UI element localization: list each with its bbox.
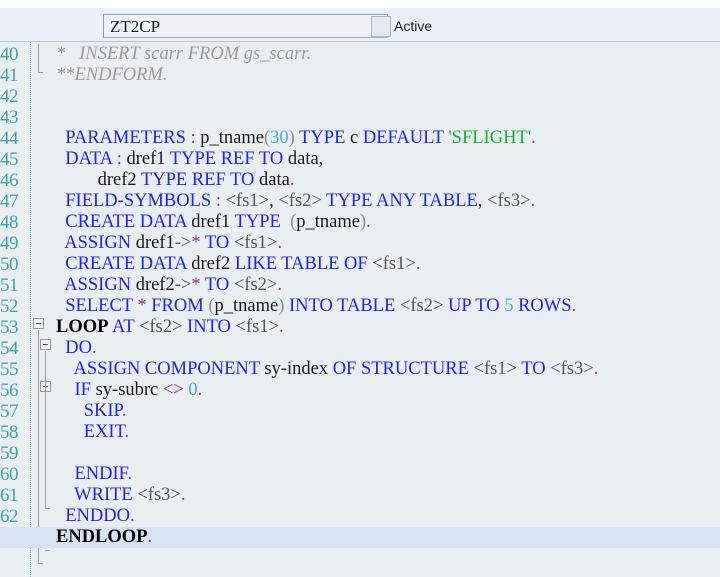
code-line[interactable]: IF sy-subrc <> 0. [0,380,720,401]
code-line-text: ENDLOOP. [56,527,153,547]
code-line[interactable] [0,107,720,128]
code-line[interactable]: DATA : dref1 TYPE REF TO data, [0,149,720,170]
code-line-text: DO. [65,338,97,358]
code-line[interactable]: ENDIF. [0,464,720,485]
code-line[interactable] [0,443,720,464]
code-line-text: ENDDO. [65,506,135,526]
fold-end-do [45,550,50,551]
code-line[interactable]: ASSIGN COMPONENT sy-index OF STRUCTURE <… [0,359,720,380]
code-line[interactable]: SKIP. [0,401,720,422]
code-line-text: **ENDFORM. [56,65,168,85]
code-line-current[interactable]: ENDLOOP. [0,527,720,548]
code-line[interactable]: LOOP AT <fs2> INTO <fs1>. [0,317,720,338]
code-line[interactable]: ASSIGN dref1->* TO <fs1>. [0,233,720,254]
code-line-text: * INSERT scarr FROM gs_scarr. [56,44,312,64]
code-line-text: CREATE DATA dref2 LIKE TABLE OF <fs1>. [65,254,421,274]
code-line-text: FIELD-SYMBOLS : <fs1>, <fs2> TYPE ANY TA… [65,191,536,211]
toolbar: ZT2CP Active [0,0,720,42]
code-line[interactable]: dref2 TYPE REF TO data. [0,170,720,191]
code-line[interactable]: FIELD-SYMBOLS : <fs1>, <fs2> TYPE ANY TA… [0,191,720,212]
code-line[interactable]: CREATE DATA dref1 TYPE (p_tname). [0,212,720,233]
code-line-text: ENDIF. [74,464,133,484]
code-line[interactable]: **ENDFORM. [0,65,720,86]
code-line[interactable]: SELECT * FROM (p_tname) INTO TABLE <fs2>… [0,296,720,317]
code-line-text: PARAMETERS : p_tname(30) TYPE c DEFAULT … [65,128,536,148]
code-line-text: IF sy-subrc <> 0. [74,380,203,400]
code-line[interactable]: ENDDO. [0,506,720,527]
code-line-text: ASSIGN dref2->* TO <fs2>. [64,275,282,295]
code-line-text: ASSIGN dref1->* TO <fs1>. [64,233,282,253]
code-line-text: LOOP AT <fs2> INTO <fs1>. [56,317,284,337]
code-line-text: CREATE DATA dref1 TYPE (p_tname). [65,212,371,232]
code-line[interactable]: WRITE <fs3>. [0,485,720,506]
code-line[interactable] [0,86,720,107]
code-line-text: SELECT * FROM (p_tname) INTO TABLE <fs2>… [65,296,577,316]
code-line[interactable]: CREATE DATA dref2 LIKE TABLE OF <fs1>. [0,254,720,275]
toolbar-top-strip [0,0,720,8]
status-indicator-box [371,16,391,37]
code-line-text: SKIP. [83,401,127,421]
code-editor[interactable]: 40 41 42 43 44 45 46 47 48 49 50 51 52 5… [0,42,720,577]
program-name-input[interactable]: ZT2CP [103,14,388,38]
code-line-text: dref2 TYPE REF TO data. [97,170,295,190]
code-line-text: ASSIGN COMPONENT sy-index OF STRUCTURE <… [73,359,599,379]
status-badge: Active [394,18,433,34]
code-line-text: EXIT. [83,422,130,442]
code-line[interactable]: PARAMETERS : p_tname(30) TYPE c DEFAULT … [0,128,720,149]
code-line-text: WRITE <fs3>. [74,485,186,505]
code-line[interactable]: DO. [0,338,720,359]
fold-end-loop [38,563,43,564]
code-line[interactable]: * INSERT scarr FROM gs_scarr. [0,44,720,65]
code-line[interactable]: EXIT. [0,422,720,443]
code-line[interactable]: ASSIGN dref2->* TO <fs2>. [0,275,720,296]
code-line-text: DATA : dref1 TYPE REF TO data, [65,149,324,169]
